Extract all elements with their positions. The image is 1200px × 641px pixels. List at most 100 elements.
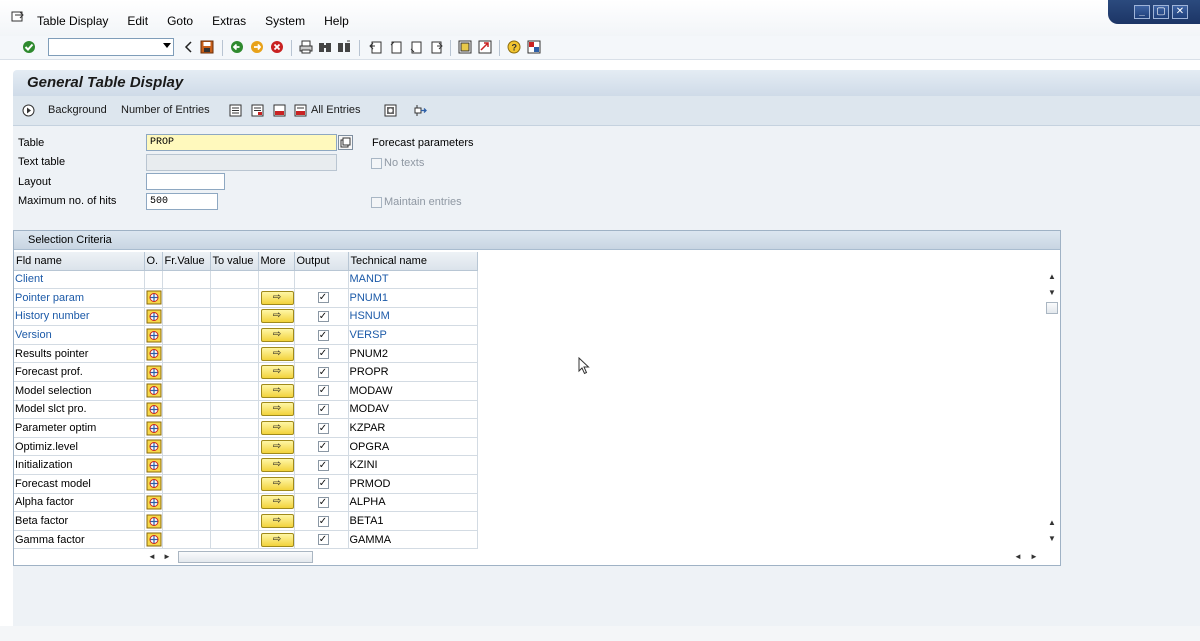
command-field[interactable] <box>48 38 174 56</box>
table-input[interactable]: PROP <box>146 134 337 151</box>
vertical-scrollbar[interactable]: ▲ ▼ ▲ ▼ <box>1044 252 1060 548</box>
to-value-cell[interactable] <box>210 437 259 457</box>
max-hits-input[interactable]: 500 <box>146 193 218 210</box>
selection-option-icon[interactable] <box>146 309 162 324</box>
field-name-cell[interactable]: Alpha factor <box>14 493 145 513</box>
from-value-cell[interactable] <box>162 381 211 401</box>
horizontal-scrollbar[interactable]: ◄ ► ◄ ► <box>146 549 1056 565</box>
back-icon[interactable] <box>230 40 244 54</box>
table-row[interactable]: Beta factor ⇨ ✓ BETA1 <box>14 511 478 531</box>
multiple-selection-button[interactable]: ⇨ <box>260 383 293 398</box>
output-checkbox[interactable]: ✓ <box>317 478 329 490</box>
table-row[interactable]: Model slct pro. ⇨ ✓ MODAV <box>14 400 478 420</box>
selection-option-icon[interactable] <box>146 495 162 510</box>
option-cell[interactable] <box>144 381 163 401</box>
from-value-cell[interactable] <box>162 288 211 308</box>
maximize-icon[interactable]: ▢ <box>1153 5 1169 19</box>
multiple-selection-button[interactable]: ⇨ <box>260 458 293 473</box>
option-cell[interactable] <box>144 344 163 364</box>
vertical-scroll-thumb[interactable] <box>1046 302 1058 314</box>
to-value-cell[interactable] <box>210 270 259 290</box>
shortcut-icon[interactable] <box>478 40 492 54</box>
output-checkbox[interactable]: ✓ <box>317 497 329 509</box>
field-name-cell[interactable]: Optimiz.level <box>14 437 145 457</box>
selection-option-icon[interactable] <box>146 290 162 305</box>
option-cell[interactable] <box>144 437 163 457</box>
from-value-cell[interactable] <box>162 474 211 494</box>
delete-selection-icon[interactable] <box>273 104 286 117</box>
option-cell[interactable] <box>144 400 163 420</box>
table-row[interactable]: Parameter optim ⇨ ✓ KZPAR <box>14 418 478 438</box>
execute-icon[interactable] <box>22 104 35 117</box>
multiple-selection-button[interactable]: ⇨ <box>260 532 293 547</box>
to-value-cell[interactable] <box>210 288 259 308</box>
field-name-cell[interactable]: Gamma factor <box>14 530 145 550</box>
next-page-icon[interactable] <box>409 40 423 54</box>
to-value-cell[interactable] <box>210 381 259 401</box>
print-icon[interactable] <box>299 40 313 54</box>
table-row[interactable]: Alpha factor ⇨ ✓ ALPHA <box>14 493 478 513</box>
multiple-selection-button[interactable]: ⇨ <box>260 476 293 491</box>
chevron-down-icon[interactable] <box>163 43 171 48</box>
cancel-icon[interactable] <box>270 40 284 54</box>
table-row[interactable]: Gamma factor ⇨ ✓ GAMMA <box>14 530 478 550</box>
customize-layout-icon[interactable] <box>527 40 541 54</box>
from-value-cell[interactable] <box>162 437 211 457</box>
table-row[interactable]: Forecast model ⇨ ✓ PRMOD <box>14 474 478 494</box>
selection-option-icon[interactable] <box>146 383 162 398</box>
scroll-right-end-icon[interactable]: ► <box>1030 552 1038 561</box>
option-cell[interactable] <box>144 307 163 327</box>
selection-option-icon[interactable] <box>146 402 162 417</box>
multiple-selection-button[interactable]: ⇨ <box>260 309 293 324</box>
to-value-cell[interactable] <box>210 362 259 383</box>
from-value-cell[interactable] <box>162 362 211 383</box>
to-value-cell[interactable] <box>210 325 259 345</box>
scroll-down-bottom-icon[interactable]: ▼ <box>1048 534 1056 543</box>
table-row[interactable]: Initialization ⇨ ✓ KZINI <box>14 455 478 476</box>
all-entries-button[interactable]: All Entries <box>311 104 361 116</box>
to-value-cell[interactable] <box>210 511 259 531</box>
from-value-cell[interactable] <box>162 400 211 420</box>
from-value-cell[interactable] <box>162 493 211 513</box>
menu-system[interactable]: System <box>265 14 305 28</box>
col-header-fld-name[interactable]: Fld name <box>14 252 145 271</box>
col-header-to-value[interactable]: To value <box>210 252 259 271</box>
menu-document-icon[interactable] <box>11 11 25 23</box>
field-name-cell[interactable]: History number <box>14 307 145 327</box>
background-button[interactable]: Background <box>48 104 107 116</box>
field-selection-icon[interactable] <box>384 104 397 117</box>
selection-option-icon[interactable] <box>146 532 162 547</box>
scroll-left-end-icon[interactable]: ◄ <box>1014 552 1022 561</box>
col-header-more[interactable]: More <box>258 252 295 271</box>
field-name-cell[interactable]: Initialization <box>14 455 145 476</box>
field-name-cell[interactable]: Client <box>14 270 145 290</box>
selection-option-icon[interactable] <box>146 346 162 361</box>
from-value-cell[interactable] <box>162 530 211 550</box>
output-checkbox[interactable]: ✓ <box>317 459 329 471</box>
multiple-selection-button[interactable]: ⇨ <box>260 290 293 305</box>
multiple-selection-button[interactable]: ⇨ <box>260 514 293 529</box>
field-name-cell[interactable]: Forecast prof. <box>14 362 145 383</box>
back-arrow-icon[interactable] <box>182 40 196 54</box>
scroll-up-bottom-icon[interactable]: ▲ <box>1048 518 1056 527</box>
multiple-selection-button[interactable]: ⇨ <box>260 439 293 454</box>
exit-icon[interactable] <box>250 40 264 54</box>
output-checkbox[interactable]: ✓ <box>317 329 329 341</box>
value-help-icon[interactable] <box>338 135 353 150</box>
to-value-cell[interactable] <box>210 344 259 364</box>
output-checkbox[interactable]: ✓ <box>317 311 329 323</box>
output-checkbox[interactable]: ✓ <box>317 534 329 546</box>
output-checkbox[interactable]: ✓ <box>317 422 329 434</box>
table-row[interactable]: Optimiz.level ⇨ ✓ OPGRA <box>14 437 478 457</box>
menu-edit[interactable]: Edit <box>127 14 148 28</box>
field-name-cell[interactable]: Parameter optim <box>14 418 145 438</box>
multiple-selection-button[interactable]: ⇨ <box>260 495 293 510</box>
selection-options-icon[interactable] <box>229 104 242 117</box>
horizontal-scroll-thumb[interactable] <box>178 551 313 563</box>
from-value-cell[interactable] <box>162 455 211 476</box>
output-checkbox[interactable]: ✓ <box>317 366 329 378</box>
table-row[interactable]: History number ⇨ ✓ HSNUM <box>14 307 478 327</box>
first-page-icon[interactable] <box>369 40 383 54</box>
from-value-cell[interactable] <box>162 270 211 290</box>
find-next-icon[interactable] <box>337 40 351 54</box>
